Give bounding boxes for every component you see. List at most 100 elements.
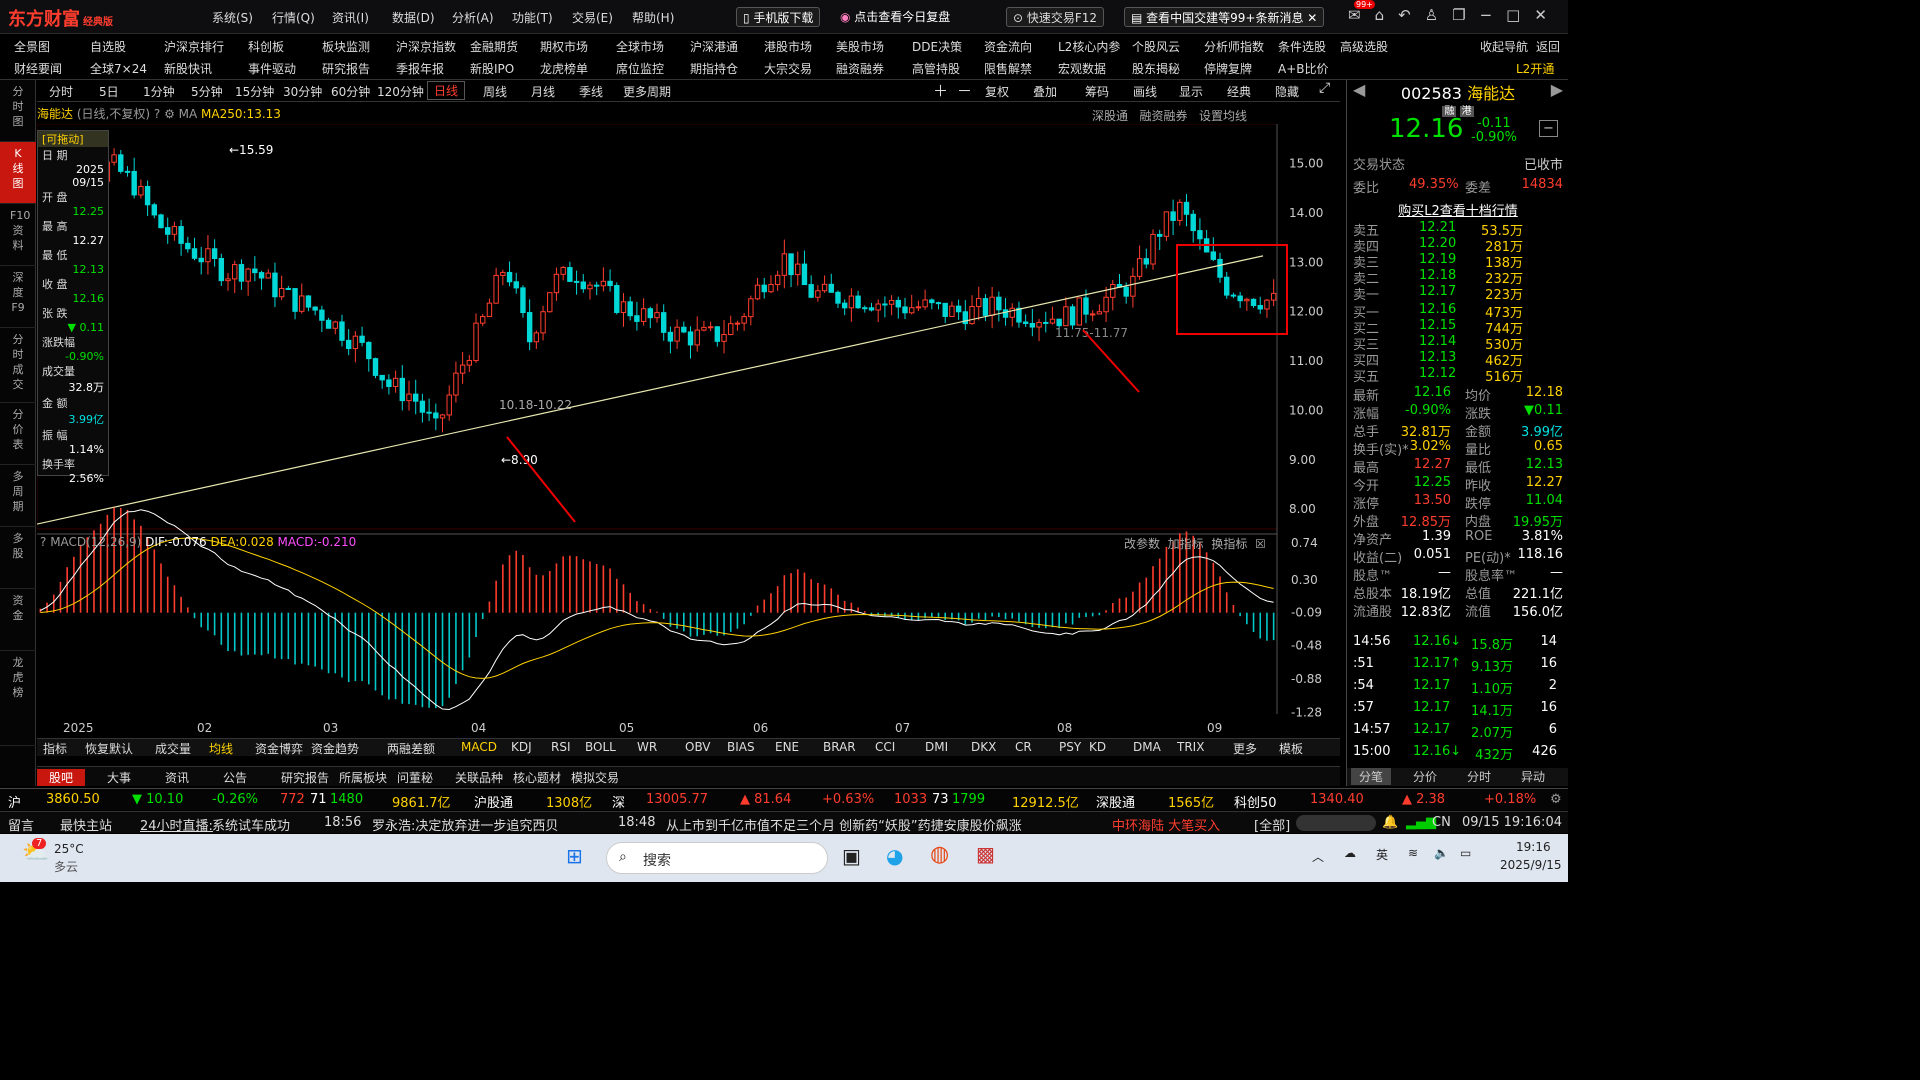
nav2-item-12[interactable]: 高管持股 (912, 60, 960, 77)
link-set-ma[interactable]: 设置均线 (1199, 109, 1247, 123)
kline-chart[interactable]: 15.00 14.00 13.00 12.00 11.00 10.00 9.00 8.00 ←1… (37, 124, 1342, 736)
period-15min[interactable]: 15分钟 (235, 83, 274, 100)
period-60min[interactable]: 60分钟 (331, 83, 370, 100)
nav-item-7[interactable]: 期权市场 (540, 38, 588, 55)
nav2-item-17[interactable]: A+B比价 (1278, 60, 1329, 77)
nav2-item-7[interactable]: 龙虎榜单 (540, 60, 588, 77)
bottom-tab-8[interactable]: 核心题材 (513, 769, 561, 786)
nav2-item-8[interactable]: 席位监控 (616, 60, 664, 77)
help-icon[interactable]: ? (154, 107, 160, 121)
indicator-tab-19[interactable]: CR (1015, 740, 1032, 754)
period-intraday[interactable]: 分时 (49, 83, 73, 100)
menu-function[interactable]: 功能(T) (512, 9, 572, 26)
tool-display[interactable]: 显示 (1179, 83, 1203, 100)
edge-icon[interactable]: ◕ (886, 844, 903, 868)
nav-item-5[interactable]: 沪深京指数 (396, 38, 456, 55)
eastmoney-icon[interactable]: ◍ (930, 842, 949, 867)
nav-item-13[interactable]: 资金流向 (984, 38, 1032, 55)
maximize-icon[interactable]: □ (1506, 6, 1520, 24)
prev-stock-icon[interactable]: ◀ (1353, 80, 1365, 99)
ime-indicator[interactable]: 英 (1376, 846, 1388, 863)
indicator-tab-11[interactable]: WR (637, 740, 657, 754)
fastest-server[interactable]: 最快主站 (60, 815, 112, 834)
detail-tab-2[interactable]: 分时 (1467, 768, 1491, 785)
news-item-2[interactable]: 从上市到千亿市值不足三个月 创新药“妖股”药捷安康股价飙涨 (666, 815, 1022, 834)
windows-start-icon[interactable]: ⊞ (566, 844, 583, 868)
next-stock-icon[interactable]: ▶ (1551, 80, 1563, 99)
menu-news[interactable]: 资讯(I) (332, 9, 392, 26)
nav2-item-1[interactable]: 全球7×24 (90, 60, 147, 77)
indicator-tab-4[interactable]: 资金博弈 (255, 740, 303, 757)
nav-multi-period[interactable]: 多周期 (0, 465, 36, 527)
nav2-item-3[interactable]: 事件驱动 (248, 60, 296, 77)
indicator-tab-7[interactable]: MACD (461, 740, 497, 754)
period-weekly[interactable]: 周线 (483, 83, 507, 100)
detail-tab-1[interactable]: 分价 (1413, 768, 1437, 785)
indicator-tab-5[interactable]: 资金趋势 (311, 740, 359, 757)
nav-item-9[interactable]: 沪深港通 (690, 38, 738, 55)
tool-adjust[interactable]: 复权 (985, 83, 1009, 100)
taskbar-search[interactable]: ⌕ 搜索 (606, 842, 828, 874)
nav2-item-10[interactable]: 大宗交易 (764, 60, 812, 77)
mobile-download-button[interactable]: ▯ 手机版下载 (736, 7, 821, 27)
indicator-tab-23[interactable]: TRIX (1177, 740, 1204, 754)
cloud-icon[interactable]: ☁ (1344, 846, 1356, 860)
nav2-item-15[interactable]: 股东揭秘 (1132, 60, 1180, 77)
add-indicator-link[interactable]: 加指标 (1168, 537, 1204, 551)
indicator-tab-6[interactable]: 两融差额 (387, 740, 435, 757)
nav2-item-4[interactable]: 研究报告 (322, 60, 370, 77)
indicator-tab-16[interactable]: CCI (875, 740, 895, 754)
nav-item-10[interactable]: 港股市场 (764, 38, 812, 55)
tool-hide[interactable]: 隐藏 (1275, 83, 1299, 100)
quick-trade-button[interactable]: ⊙ 快速交易F12 (1006, 7, 1105, 27)
indicator-tab-12[interactable]: OBV (685, 740, 711, 754)
tool-overlay[interactable]: 叠加 (1033, 83, 1057, 100)
big-buy-alert[interactable]: 中环海陆 大笔买入 (1112, 815, 1220, 834)
bottom-tab-0[interactable]: 股吧 (37, 769, 86, 786)
gear-icon[interactable]: ⚙ (164, 107, 175, 121)
back-icon[interactable]: ↶ (1398, 6, 1411, 24)
hgt-label[interactable]: 沪股通 (474, 792, 513, 811)
app-icon[interactable]: ▩ (976, 842, 995, 866)
bottom-tab-2[interactable]: 资讯 (165, 769, 189, 786)
nav-item-15[interactable]: 个股风云 (1132, 38, 1180, 55)
sh-label[interactable]: 沪 (8, 792, 21, 811)
message-button[interactable]: 留言 (8, 815, 34, 834)
news-button[interactable]: ▤ 查看中国交建等99+条新消息 ✕ (1124, 7, 1325, 27)
minimize-icon[interactable]: − (1480, 6, 1493, 24)
indicator-tab-21[interactable]: KD (1089, 740, 1106, 754)
menu-data[interactable]: 数据(D) (392, 9, 452, 26)
nav-price-table[interactable]: 分价表 (0, 403, 36, 465)
close-window-icon[interactable]: ✕ (1534, 6, 1547, 24)
l2-purchase-link[interactable]: 购买L2查看十档行情 (1353, 200, 1563, 219)
all-link[interactable]: [全部] (1254, 815, 1290, 834)
period-5min[interactable]: 5分钟 (191, 83, 223, 100)
home-icon[interactable]: ⌂ (1375, 6, 1385, 24)
bottom-tab-4[interactable]: 研究报告 (281, 769, 329, 786)
link-sgt[interactable]: 深股通 (1092, 109, 1128, 123)
nav-f9[interactable]: 深度F9 (0, 266, 36, 328)
menu-trade[interactable]: 交易(E) (572, 9, 632, 26)
nav-intraday[interactable]: 分时图 (0, 80, 36, 142)
zoom-out-icon[interactable]: － (957, 80, 972, 101)
nav-item-0[interactable]: 全景图 (14, 38, 50, 55)
ask-row[interactable]: 卖一 12.17 223万 (1353, 284, 1563, 303)
skin-icon[interactable]: ♙ (1425, 6, 1438, 24)
indicator-tab-2[interactable]: 成交量 (155, 740, 191, 757)
settings-gear-icon[interactable]: ⚙ (1550, 792, 1562, 807)
nav-item-19[interactable]: 收起导航 (1480, 38, 1528, 55)
indicator-tab-14[interactable]: ENE (775, 740, 799, 754)
nav2-item-9[interactable]: 期指持仓 (690, 60, 738, 77)
nav2-item-18[interactable]: L2开通 (1516, 60, 1554, 77)
period-daily[interactable]: 日线 (427, 81, 466, 100)
macd-close-icon[interactable]: ☒ (1251, 537, 1266, 551)
indicator-tab-15[interactable]: BRAR (823, 740, 856, 754)
nav-dragon[interactable]: 龙虎榜 (0, 651, 36, 746)
review-button[interactable]: ◉ 点击查看今日复盘 (840, 8, 950, 25)
tray-expand-icon[interactable]: ︿ (1312, 848, 1324, 865)
nav2-item-14[interactable]: 宏观数据 (1058, 60, 1106, 77)
indicator-tab-8[interactable]: KDJ (511, 740, 532, 754)
close-icon[interactable]: ✕ (1303, 11, 1317, 25)
nav-item-11[interactable]: 美股市场 (836, 38, 884, 55)
nav-trades[interactable]: 分时成交 (0, 328, 36, 403)
